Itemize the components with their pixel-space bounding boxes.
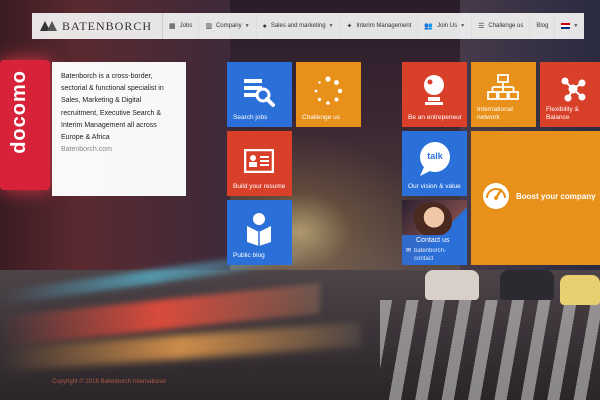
tile-label: Boost your company (516, 192, 596, 201)
copyright-text: Copyright © 2016 Batenborch Internationa… (52, 379, 166, 385)
network-icon (487, 74, 519, 100)
chevron-down-icon: ▼ (573, 23, 579, 29)
chevron-down-icon: ▼ (460, 23, 466, 29)
tile-international-network[interactable]: International network (471, 62, 536, 127)
blog-icon (247, 213, 271, 246)
brand-name: BATENBORCH (62, 18, 153, 33)
spinner-icon (314, 76, 343, 105)
contact-icon: ✉ (406, 248, 412, 254)
nav-item-blog[interactable]: Blog (530, 13, 556, 39)
tile-challenge-us[interactable]: Challenge us (296, 62, 361, 127)
nav-item-interim-management[interactable]: ✦ Interim Management (340, 13, 419, 39)
molecule-icon (561, 77, 586, 102)
tile-label: Contact us (416, 237, 450, 244)
tile-contact-us[interactable]: Contact us ✉ batenborch-contact (402, 200, 467, 265)
contact-sub-label: batenborch-contact (414, 248, 447, 262)
uk-flag-icon (561, 23, 571, 29)
contact-photo (412, 202, 452, 236)
sales-icon: ● (262, 22, 267, 30)
tile-public-blog[interactable]: Public blog (227, 200, 292, 265)
tile-label: Our vision & value (408, 183, 461, 190)
tile-label: Challenge us (302, 114, 340, 121)
nav-item-challenge-us[interactable]: ☰ Challenge us (472, 13, 531, 39)
tile-label: Flexibility & Balance (546, 106, 579, 121)
tile-build-resume[interactable]: Build your resume (227, 131, 292, 196)
crystal-ball-icon (424, 75, 444, 105)
tile-label: International network (477, 106, 513, 121)
top-nav-bar: BATENBORCH ▦ Jobs ▥ Company ▼ ● Sales an… (32, 13, 584, 39)
tile-flexibility-balance[interactable]: Flexibility & Balance (540, 62, 600, 127)
challenge-icon: ☰ (478, 23, 485, 30)
chevron-down-icon: ▼ (244, 23, 250, 29)
tile-label: Be an entrepeneur (408, 114, 462, 121)
resume-icon (244, 149, 274, 173)
chevron-down-icon: ▼ (328, 23, 334, 29)
interim-icon: ✦ (346, 23, 353, 30)
search-jobs-icon (244, 79, 275, 107)
tile-our-vision-value[interactable]: talk Our vision & value (402, 131, 467, 196)
brand-logo[interactable]: BATENBORCH (32, 13, 164, 39)
intro-link[interactable]: Batenborch.com (61, 144, 177, 156)
jobs-icon: ▦ (169, 23, 176, 30)
nav-item-jobs[interactable]: ▦ Jobs (163, 13, 200, 39)
tile-label: Build your resume (233, 183, 286, 190)
intro-text: Batenborch is a cross-border, sectorial … (61, 73, 164, 142)
talk-bubble-text: talk (427, 151, 443, 161)
company-icon: ▥ (205, 23, 212, 30)
tile-search-jobs[interactable]: Search jobs (227, 62, 292, 127)
gauge-icon (483, 183, 509, 209)
nav-item-sales-marketing[interactable]: ● Sales and marketing ▼ (257, 13, 341, 39)
nav-item-join-us[interactable]: 👥 Join Us ▼ (418, 13, 473, 39)
tile-label: Public blog (233, 252, 265, 259)
tile-be-an-entrepreneur[interactable]: Be an entrepeneur (402, 62, 467, 127)
intro-box: Batenborch is a cross-border, sectorial … (52, 62, 186, 196)
join-icon: 👥 (424, 23, 434, 30)
nav-item-company[interactable]: ▥ Company ▼ (199, 13, 257, 39)
tile-boost-your-company[interactable]: Boost your company (471, 131, 600, 265)
logo-mark-icon (40, 21, 58, 31)
tile-label: Search jobs (233, 114, 268, 121)
language-selector[interactable]: ▼ (555, 13, 584, 39)
